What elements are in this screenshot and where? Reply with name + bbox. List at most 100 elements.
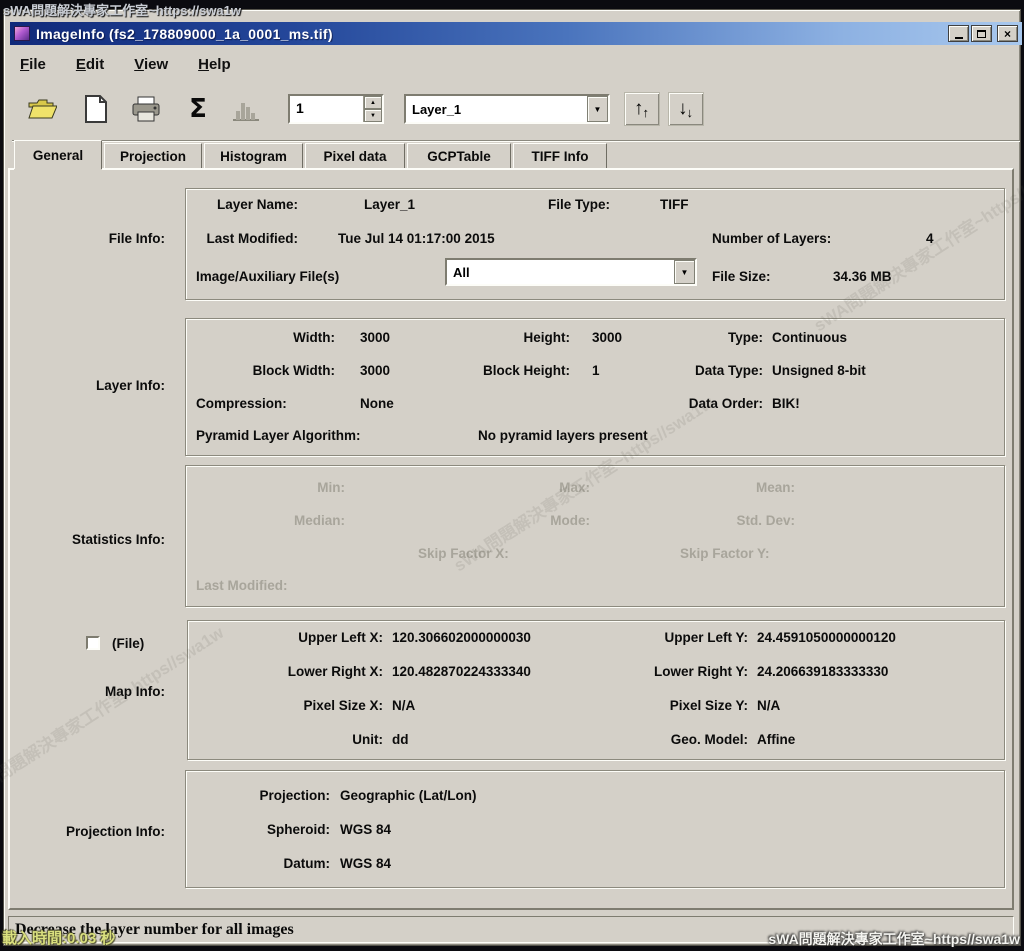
close-icon: × [1004, 27, 1011, 41]
projection-value: Geographic (Lat/Lon) [340, 788, 477, 803]
upper-left-y-label: Upper Left Y: [625, 630, 748, 645]
block-width-label: Block Width: [230, 363, 335, 378]
printer-icon [131, 96, 161, 122]
arrows-up-small-icon: ↑ [643, 105, 650, 120]
lower-right-x-value: 120.482870224333340 [392, 664, 531, 679]
min-label: Min: [255, 480, 345, 495]
menu-edit[interactable]: Edit [68, 54, 112, 75]
layer-name-value: Layer_1 [364, 197, 415, 212]
title-bar[interactable]: ImageInfo (fs2_178809000_1a_0001_ms.tif)… [10, 22, 1022, 45]
width-label: Width: [230, 330, 335, 345]
upper-left-x-label: Upper Left X: [260, 630, 383, 645]
geo-model-value: Affine [757, 732, 795, 747]
histogram-button[interactable] [228, 92, 264, 126]
histogram-icon [232, 97, 260, 121]
spin-up-icon: ▲ [370, 100, 376, 106]
datum-value: WGS 84 [340, 856, 391, 871]
layer-decrease-button[interactable]: ↓↓ [668, 92, 704, 126]
width-value: 3000 [360, 330, 390, 345]
app-icon [14, 26, 30, 41]
layer-number-spinner: 1 ▲ ▼ [288, 94, 384, 124]
new-file-button[interactable] [78, 92, 114, 126]
block-height-label: Block Height: [460, 363, 570, 378]
mean-label: Mean: [705, 480, 795, 495]
spin-up-button[interactable]: ▲ [364, 96, 382, 109]
spheroid-label: Spheroid: [230, 822, 330, 837]
file-size-value: 34.36 MB [833, 269, 892, 284]
layer-increase-button[interactable]: ↑↑ [624, 92, 660, 126]
type-value: Continuous [772, 330, 847, 345]
window-title: ImageInfo (fs2_178809000_1a_0001_ms.tif) [36, 26, 333, 42]
type-label: Type: [660, 330, 763, 345]
aux-files-value: All [447, 265, 674, 280]
stddev-label: Std. Dev: [705, 513, 795, 528]
height-value: 3000 [592, 330, 622, 345]
minimize-button[interactable] [948, 25, 969, 42]
skip-factor-x-label: Skip Factor X: [418, 546, 509, 561]
block-width-value: 3000 [360, 363, 390, 378]
data-order-value: BIK! [772, 396, 800, 411]
spin-down-icon: ▼ [370, 113, 376, 119]
max-label: Max: [500, 480, 590, 495]
data-type-value: Unsigned 8-bit [772, 363, 866, 378]
layer-select-dropdown-button[interactable]: ▼ [587, 96, 608, 122]
file-type-label: File Type: [520, 197, 610, 212]
upper-left-y-value: 24.4591050000000120 [757, 630, 896, 645]
pixel-size-x-value: N/A [392, 698, 415, 713]
watermark-top-left: sWA問題解決專家工作室~https://swa1w [3, 0, 241, 19]
pixel-size-y-value: N/A [757, 698, 780, 713]
pyramid-label: Pyramid Layer Algorithm: [196, 428, 361, 443]
menu-file[interactable]: File [12, 54, 54, 75]
layer-select-combobox[interactable]: Layer_1 ▼ [404, 94, 610, 124]
number-of-layers-value: 4 [926, 231, 934, 246]
arrows-down-small-icon: ↓ [687, 105, 694, 120]
lower-right-y-value: 24.206639183333330 [757, 664, 888, 679]
open-folder-icon [27, 97, 57, 121]
number-of-layers-label: Number of Layers: [712, 231, 831, 246]
projection-label: Projection: [230, 788, 330, 803]
menu-bar: File Edit View Help [12, 50, 1020, 78]
block-height-value: 1 [592, 363, 600, 378]
tab-gcptable[interactable]: GCPTable [407, 143, 511, 168]
lower-right-y-label: Lower Right Y: [625, 664, 748, 679]
tab-histogram[interactable]: Histogram [204, 143, 303, 168]
spheroid-value: WGS 84 [340, 822, 391, 837]
tab-projection[interactable]: Projection [104, 143, 202, 168]
statistics-info-section-label: Statistics Info: [35, 532, 165, 547]
chevron-down-icon: ▼ [594, 105, 602, 114]
datum-label: Datum: [230, 856, 330, 871]
last-modified-value: Tue Jul 14 01:17:00 2015 [338, 231, 495, 246]
layer-number-input[interactable]: 1 [290, 96, 363, 122]
map-info-section-label: Map Info: [35, 684, 165, 699]
watermark-bottom-right: sWA問題解決專家工作室~https//swa1w [768, 929, 1020, 949]
data-order-label: Data Order: [660, 396, 763, 411]
tab-tiff-info[interactable]: TIFF Info [513, 143, 607, 168]
maximize-button[interactable] [971, 25, 992, 42]
geo-model-label: Geo. Model: [625, 732, 748, 747]
pixel-size-x-label: Pixel Size X: [260, 698, 383, 713]
last-modified-label: Last Modified: [196, 231, 298, 246]
toolbar: Σ 1 ▲ ▼ Layer_1 ▼ ↑↑ ↓↓ [12, 84, 1020, 136]
spin-down-button[interactable]: ▼ [364, 109, 382, 122]
data-type-label: Data Type: [660, 363, 763, 378]
aux-files-combobox[interactable]: All ▼ [445, 258, 697, 286]
tab-pixel-data[interactable]: Pixel data [305, 143, 405, 168]
statistics-button[interactable]: Σ [180, 92, 216, 126]
mode-label: Mode: [500, 513, 590, 528]
layer-info-section-label: Layer Info: [35, 378, 165, 393]
tab-general[interactable]: General [14, 140, 102, 169]
file-info-section-label: File Info: [35, 231, 165, 246]
skip-factor-y-label: Skip Factor Y: [680, 546, 770, 561]
toolbar-separator [12, 140, 1020, 142]
print-button[interactable] [128, 92, 164, 126]
menu-help[interactable]: Help [190, 54, 239, 75]
pixel-size-y-label: Pixel Size Y: [625, 698, 748, 713]
projection-info-section-label: Projection Info: [35, 824, 165, 839]
compression-label: Compression: [196, 396, 287, 411]
close-button[interactable]: × [997, 25, 1018, 42]
compression-value: None [360, 396, 394, 411]
map-info-file-checkbox[interactable] [86, 636, 100, 650]
open-file-button[interactable] [24, 92, 60, 126]
menu-view[interactable]: View [126, 54, 176, 75]
aux-files-dropdown-button[interactable]: ▼ [674, 260, 695, 284]
